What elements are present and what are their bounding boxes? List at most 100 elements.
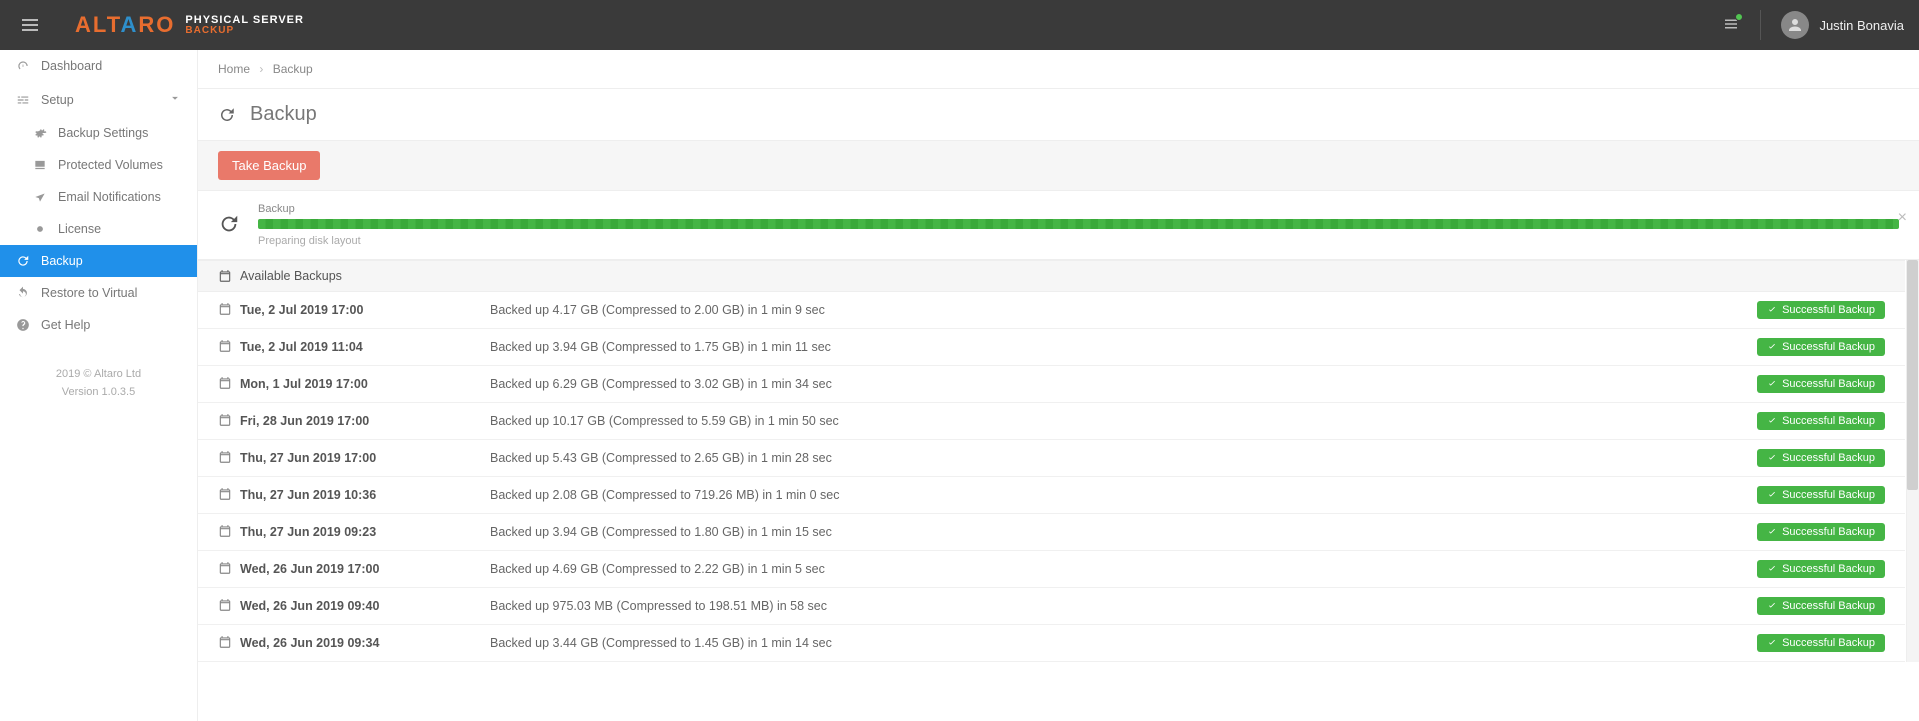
sidebar-item-label: Backup Settings bbox=[58, 126, 148, 140]
sidebar-item-label: Dashboard bbox=[41, 59, 102, 73]
calendar-icon bbox=[218, 302, 240, 319]
action-bar: Take Backup bbox=[198, 141, 1919, 191]
section-header-label: Available Backups bbox=[240, 269, 342, 283]
sidebar-item-backup-settings[interactable]: Backup Settings bbox=[0, 117, 197, 149]
backup-details: Backed up 4.17 GB (Compressed to 2.00 GB… bbox=[490, 303, 1757, 317]
check-icon bbox=[1767, 379, 1777, 389]
sidebar-item-license[interactable]: License bbox=[0, 213, 197, 245]
calendar-icon bbox=[218, 269, 232, 283]
notifications-button[interactable] bbox=[1722, 15, 1740, 36]
check-icon bbox=[1767, 564, 1777, 574]
backup-date: Thu, 27 Jun 2019 09:23 bbox=[240, 525, 490, 539]
backup-row[interactable]: Tue, 2 Jul 2019 17:00Backed up 4.17 GB (… bbox=[198, 292, 1905, 329]
status-badge: Successful Backup bbox=[1757, 375, 1885, 393]
disk-icon bbox=[32, 158, 48, 172]
status-badge: Successful Backup bbox=[1757, 523, 1885, 541]
username-label: Justin Bonavia bbox=[1819, 18, 1904, 33]
backup-row[interactable]: Tue, 2 Jul 2019 11:04Backed up 3.94 GB (… bbox=[198, 329, 1905, 366]
backup-row[interactable]: Thu, 27 Jun 2019 10:36Backed up 2.08 GB … bbox=[198, 477, 1905, 514]
gear-icon bbox=[32, 126, 48, 140]
badge-label: Successful Backup bbox=[1782, 378, 1875, 390]
chevron-down-icon bbox=[168, 91, 182, 108]
available-backups-header: Available Backups bbox=[198, 260, 1905, 292]
backup-row[interactable]: Thu, 27 Jun 2019 09:23Backed up 3.94 GB … bbox=[198, 514, 1905, 551]
status-badge: Successful Backup bbox=[1757, 560, 1885, 578]
sidebar-item-email-notifications[interactable]: Email Notifications bbox=[0, 181, 197, 213]
backup-row[interactable]: Wed, 26 Jun 2019 17:00Backed up 4.69 GB … bbox=[198, 551, 1905, 588]
backup-details: Backed up 975.03 MB (Compressed to 198.5… bbox=[490, 599, 1757, 613]
breadcrumb-separator: › bbox=[259, 62, 263, 76]
avatar bbox=[1781, 11, 1809, 39]
menu-toggle-button[interactable] bbox=[15, 19, 45, 31]
status-badge: Successful Backup bbox=[1757, 634, 1885, 652]
page-title-text: Backup bbox=[250, 103, 317, 126]
check-icon bbox=[1767, 638, 1777, 648]
badge-label: Successful Backup bbox=[1782, 415, 1875, 427]
sidebar-item-label: Restore to Virtual bbox=[41, 286, 137, 300]
calendar-icon bbox=[218, 524, 240, 541]
sidebar-item-dashboard[interactable]: Dashboard bbox=[0, 50, 197, 82]
badge-label: Successful Backup bbox=[1782, 526, 1875, 538]
backup-date: Thu, 27 Jun 2019 10:36 bbox=[240, 488, 490, 502]
sidebar-item-protected-volumes[interactable]: Protected Volumes bbox=[0, 149, 197, 181]
check-icon bbox=[1767, 305, 1777, 315]
sidebar-item-setup[interactable]: Setup bbox=[0, 82, 197, 117]
sidebar-item-label: Protected Volumes bbox=[58, 158, 163, 172]
sidebar-item-help[interactable]: Get Help bbox=[0, 309, 197, 341]
progress-label: Backup bbox=[258, 203, 1899, 215]
badge-label: Successful Backup bbox=[1782, 452, 1875, 464]
breadcrumb-current: Backup bbox=[273, 62, 313, 76]
check-icon bbox=[1767, 490, 1777, 500]
brand-logo-text: ALTARO bbox=[75, 12, 175, 38]
backup-date: Mon, 1 Jul 2019 17:00 bbox=[240, 377, 490, 391]
backup-date: Wed, 26 Jun 2019 09:40 bbox=[240, 599, 490, 613]
circle-icon bbox=[32, 222, 48, 236]
backup-date: Wed, 26 Jun 2019 17:00 bbox=[240, 562, 490, 576]
sidebar-item-label: Setup bbox=[41, 93, 74, 107]
status-badge: Successful Backup bbox=[1757, 412, 1885, 430]
progress-panel: Backup Preparing disk layout × bbox=[198, 191, 1919, 260]
close-icon[interactable]: × bbox=[1898, 209, 1907, 227]
badge-label: Successful Backup bbox=[1782, 341, 1875, 353]
sidebar-item-backup[interactable]: Backup bbox=[0, 245, 197, 277]
backup-details: Backed up 2.08 GB (Compressed to 719.26 … bbox=[490, 488, 1757, 502]
undo-icon bbox=[15, 286, 31, 300]
scrollbar[interactable] bbox=[1906, 260, 1919, 662]
refresh-icon bbox=[218, 106, 236, 124]
copyright-label: 2019 © Altaro Ltd bbox=[0, 366, 197, 384]
backup-row[interactable]: Wed, 26 Jun 2019 09:40Backed up 975.03 M… bbox=[198, 588, 1905, 625]
sidebar-footer: 2019 © Altaro Ltd Version 1.0.3.5 bbox=[0, 366, 197, 401]
backup-details: Backed up 10.17 GB (Compressed to 5.59 G… bbox=[490, 414, 1757, 428]
backup-date: Thu, 27 Jun 2019 17:00 bbox=[240, 451, 490, 465]
backup-row[interactable]: Wed, 26 Jun 2019 09:34Backed up 3.44 GB … bbox=[198, 625, 1905, 662]
backup-row[interactable]: Fri, 28 Jun 2019 17:00Backed up 10.17 GB… bbox=[198, 403, 1905, 440]
backup-details: Backed up 3.94 GB (Compressed to 1.80 GB… bbox=[490, 525, 1757, 539]
backup-list: Tue, 2 Jul 2019 17:00Backed up 4.17 GB (… bbox=[198, 292, 1905, 662]
backup-details: Backed up 3.94 GB (Compressed to 1.75 GB… bbox=[490, 340, 1757, 354]
backup-details: Backed up 4.69 GB (Compressed to 2.22 GB… bbox=[490, 562, 1757, 576]
page-title: Backup bbox=[198, 89, 1919, 141]
sidebar-item-label: Backup bbox=[41, 254, 83, 268]
backup-row[interactable]: Mon, 1 Jul 2019 17:00Backed up 6.29 GB (… bbox=[198, 366, 1905, 403]
calendar-icon bbox=[218, 413, 240, 430]
brand-subtitle: PHYSICAL SERVER BACKUP bbox=[185, 15, 304, 36]
send-icon bbox=[32, 190, 48, 204]
topbar: ALTARO PHYSICAL SERVER BACKUP Justin Bon… bbox=[0, 0, 1919, 50]
version-label: Version 1.0.3.5 bbox=[0, 384, 197, 402]
take-backup-button[interactable]: Take Backup bbox=[218, 151, 320, 180]
calendar-icon bbox=[218, 487, 240, 504]
brand-logo: ALTARO PHYSICAL SERVER BACKUP bbox=[75, 12, 304, 38]
check-icon bbox=[1767, 601, 1777, 611]
refresh-icon bbox=[218, 213, 240, 238]
badge-label: Successful Backup bbox=[1782, 563, 1875, 575]
status-badge: Successful Backup bbox=[1757, 597, 1885, 615]
sidebar-item-restore[interactable]: Restore to Virtual bbox=[0, 277, 197, 309]
scrollbar-thumb[interactable] bbox=[1907, 260, 1918, 490]
backup-row[interactable]: Thu, 27 Jun 2019 17:00Backed up 5.43 GB … bbox=[198, 440, 1905, 477]
check-icon bbox=[1767, 342, 1777, 352]
breadcrumb-home[interactable]: Home bbox=[218, 62, 250, 76]
backup-details: Backed up 3.44 GB (Compressed to 1.45 GB… bbox=[490, 636, 1757, 650]
calendar-icon bbox=[218, 561, 240, 578]
user-menu[interactable]: Justin Bonavia bbox=[1781, 11, 1904, 39]
calendar-icon bbox=[218, 376, 240, 393]
